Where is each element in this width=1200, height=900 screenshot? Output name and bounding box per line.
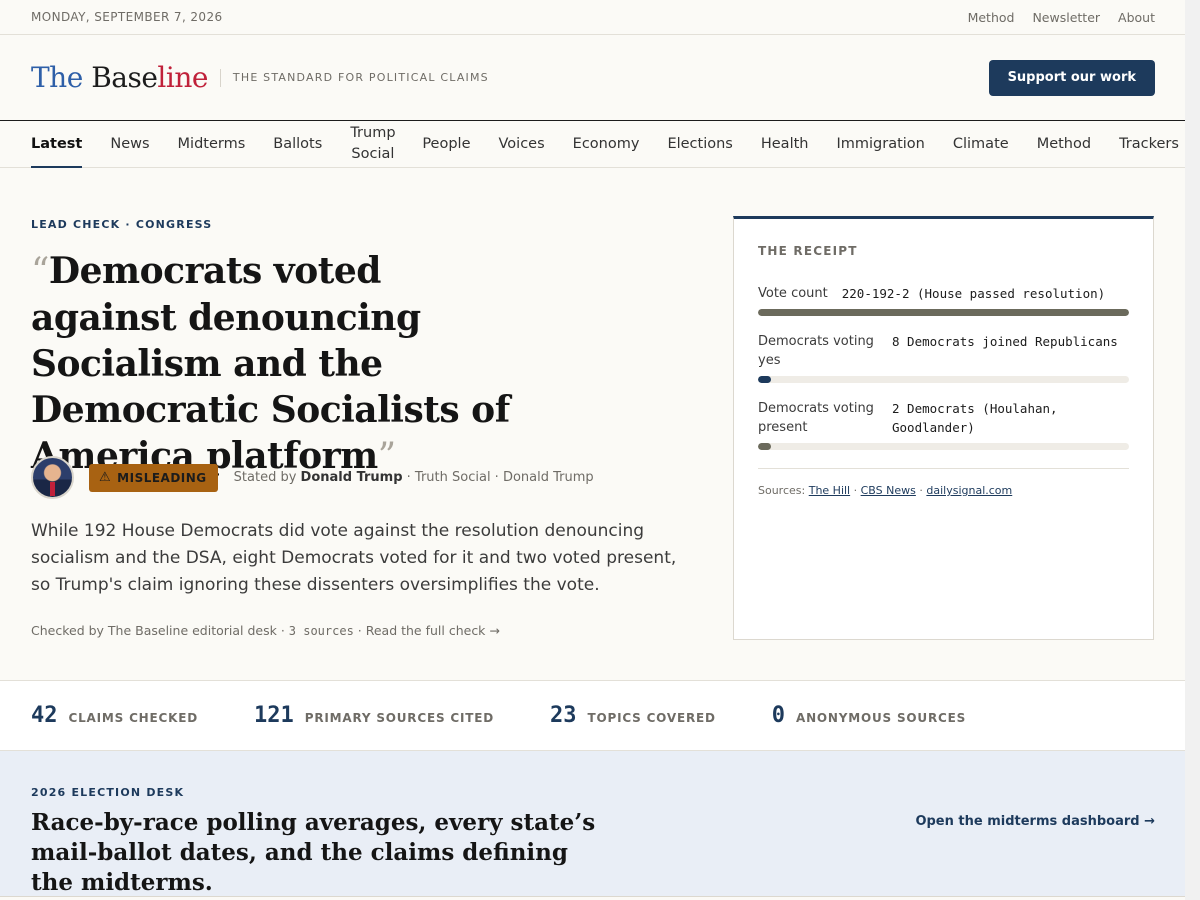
receipt-bar: [758, 309, 1129, 316]
receipt-card: THE RECEIPT Vote count 220-192-2 (House p…: [733, 216, 1154, 640]
tagline: THE STANDARD FOR POLITICAL CLAIMS: [219, 68, 489, 87]
claim-headline: “Democrats voted against denouncing Soci…: [31, 248, 531, 480]
receipt-bar-fill: [758, 309, 1129, 316]
stated-by: Stated by Donald Trump · Truth Social · …: [234, 470, 594, 485]
read-full-check-link[interactable]: · Read the full check →: [354, 623, 500, 638]
top-bar: MONDAY, SEPTEMBER 7, 2026 Method Newslet…: [0, 0, 1185, 35]
logo-the: The: [31, 61, 92, 94]
lead-kicker: LEAD CHECK · CONGRESS: [31, 218, 213, 231]
support-button[interactable]: Support our work: [988, 59, 1155, 96]
sources-label: Sources:: [758, 484, 809, 497]
stat-label: CLAIMS CHECKED: [68, 711, 198, 725]
claim-text: Democrats voted against denouncing Socia…: [31, 250, 510, 477]
stat-number: 121: [253, 703, 294, 728]
receipt-bar-fill: [758, 376, 771, 383]
receipt-row-dems-present: Democrats voting present 2 Democrats (Hou…: [758, 399, 1129, 450]
nav-item-economy[interactable]: Economy: [573, 121, 640, 167]
nav-item-method[interactable]: Method: [1037, 121, 1091, 167]
receipt-label: Democrats voting present: [758, 401, 874, 435]
desk-title: Race-by-race polling averages, every sta…: [31, 809, 596, 896]
verdict-summary: While 192 House Democrats did vote again…: [31, 521, 677, 595]
nav-item-people[interactable]: People: [422, 121, 470, 167]
stats-strip: 42 CLAIMS CHECKED 121 PRIMARY SOURCES CITE…: [0, 680, 1185, 751]
receipt-title: THE RECEIPT: [758, 244, 858, 258]
source-link-cbs-news[interactable]: CBS News: [861, 484, 916, 497]
logo-base: Base: [91, 61, 158, 94]
open-quote: “: [31, 251, 49, 292]
stat-label: TOPICS COVERED: [587, 711, 716, 725]
top-link-newsletter[interactable]: Newsletter: [1032, 10, 1100, 25]
page-scrollbar[interactable]: [1185, 0, 1200, 900]
stat-number: 23: [549, 703, 577, 728]
nav-item-elections[interactable]: Elections: [667, 121, 732, 167]
midterms-dashboard-link[interactable]: Open the midterms dashboard →: [915, 814, 1155, 829]
rating-badge: ⚠ MISLEADING: [89, 463, 218, 492]
nav-item-midterms[interactable]: Midterms: [178, 121, 246, 167]
stat-topics-covered: 23 TOPICS COVERED: [550, 703, 716, 728]
nav-item-voices[interactable]: Voices: [499, 121, 545, 167]
receipt-bar: [758, 376, 1129, 383]
receipt-label: Vote count: [758, 286, 828, 301]
stat-claims-checked: 42 CLAIMS CHECKED: [31, 703, 198, 728]
checked-prefix: Checked by The Baseline editorial desk ·: [31, 623, 289, 638]
page: MONDAY, SEPTEMBER 7, 2026 Method Newslet…: [0, 0, 1185, 900]
speaker-avatar: [31, 456, 74, 499]
nav-item-health[interactable]: Health: [761, 121, 809, 167]
receipt-label: Democrats voting yes: [758, 334, 874, 368]
main-nav: Latest News Midterms Ballots Trump Socia…: [0, 121, 1185, 168]
election-desk: 2026 ELECTION DESK Race-by-race polling …: [0, 751, 1185, 897]
site-logo[interactable]: The Baseline: [31, 61, 208, 94]
receipt-row-dems-yes: Democrats voting yes 8 Democrats joined R…: [758, 332, 1129, 383]
receipt-bar-fill: [758, 443, 771, 450]
nav-item-trump-social[interactable]: Trump Social: [350, 121, 395, 167]
receipt-row-vote-count: Vote count 220-192-2 (House passed resolu…: [758, 284, 1129, 316]
stated-suffix: · Truth Social · Donald Trump: [402, 470, 594, 485]
source-link-daily-signal[interactable]: dailysignal.com: [926, 484, 1012, 497]
receipt-bar: [758, 443, 1129, 450]
speaker-name: Donald Trump: [300, 470, 403, 485]
nav-item-ballots[interactable]: Ballots: [273, 121, 322, 167]
brand: The Baseline THE STANDARD FOR POLITICAL …: [31, 61, 489, 94]
receipt-value: 2 Democrats (Houlahan, Goodlander): [892, 401, 1058, 435]
top-link-method[interactable]: Method: [968, 10, 1015, 25]
nav-item-news[interactable]: News: [110, 121, 149, 167]
source-link-the-hill[interactable]: The Hill: [809, 484, 850, 497]
receipt-value: 8 Democrats joined Republicans: [892, 334, 1118, 349]
stat-label: PRIMARY SOURCES CITED: [304, 711, 494, 725]
stated-prefix: Stated by: [233, 470, 301, 485]
stat-anonymous-sources: 0 ANONYMOUS SOURCES: [772, 703, 966, 728]
nav-item-trackers[interactable]: Trackers: [1119, 121, 1179, 167]
stat-number: 0: [771, 703, 785, 728]
top-links: Method Newsletter About: [968, 10, 1155, 25]
nav-item-latest[interactable]: Latest: [31, 121, 83, 168]
masthead: The Baseline THE STANDARD FOR POLITICAL …: [0, 35, 1185, 121]
receipt-value: 220-192-2 (House passed resolution): [841, 286, 1106, 301]
stat-label: ANONYMOUS SOURCES: [796, 711, 967, 725]
stat-number: 42: [31, 703, 58, 728]
warning-icon: ⚠: [99, 470, 112, 485]
logo-line: line: [157, 61, 208, 94]
checked-line: Checked by The Baseline editorial desk ·…: [31, 623, 500, 638]
top-link-about[interactable]: About: [1118, 10, 1155, 25]
rating-label: MISLEADING: [117, 470, 207, 485]
receipt-sources: Sources: The Hill · CBS News · dailysign…: [758, 468, 1129, 497]
date-line: MONDAY, SEPTEMBER 7, 2026: [31, 10, 223, 24]
nav-item-climate[interactable]: Climate: [953, 121, 1009, 167]
desk-kicker: 2026 ELECTION DESK: [31, 786, 185, 799]
claim-meta: ⚠ MISLEADING Stated by Donald Trump · Tr…: [31, 456, 594, 499]
stat-sources-cited: 121 PRIMARY SOURCES CITED: [254, 703, 494, 728]
lead-check: LEAD CHECK · CONGRESS “Democrats voted a…: [0, 168, 1185, 680]
sources-count: 3 sources: [288, 624, 354, 638]
nav-item-immigration[interactable]: Immigration: [836, 121, 924, 167]
